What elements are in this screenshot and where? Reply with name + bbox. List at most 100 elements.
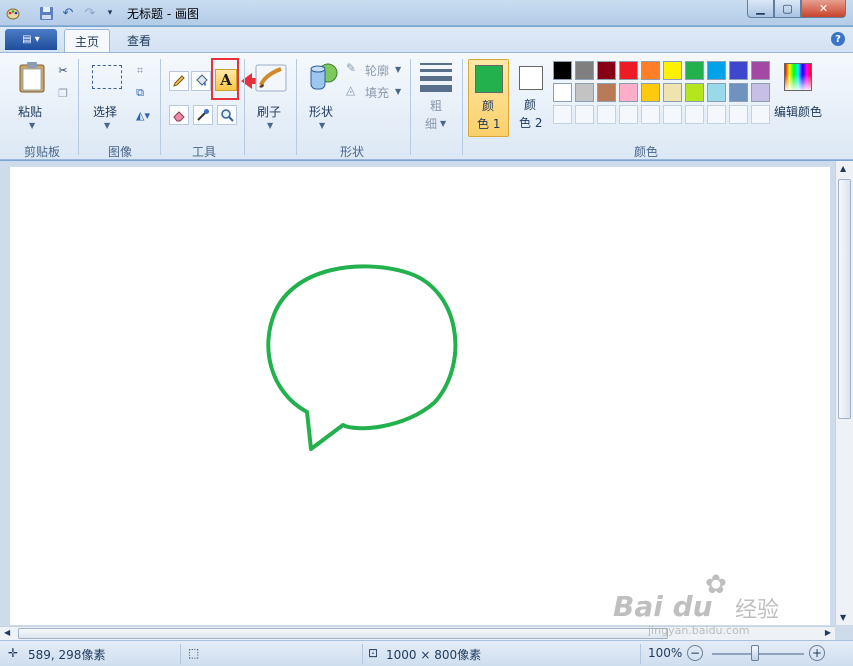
brush-icon xyxy=(255,64,287,92)
cut-icon[interactable]: ✂ xyxy=(53,60,73,80)
ribbon: 粘贴 ▼ ✂ ❐ 剪贴板 选择 ▼ ⌗ ⧉ ◭▾ 图像 A 工具 刷子 ▼ 形状… xyxy=(0,52,853,160)
zoom-level: 100% xyxy=(648,646,683,660)
status-separator xyxy=(640,644,641,664)
help-icon[interactable]: ? xyxy=(831,32,845,46)
outline-button[interactable]: ✎ 轮廓 ▼ xyxy=(346,61,404,79)
pencil-icon[interactable] xyxy=(169,71,189,91)
tools-group-label: 工具 xyxy=(192,145,217,159)
palette-swatch[interactable] xyxy=(619,61,638,80)
custom-color-slot[interactable] xyxy=(751,105,770,124)
palette-swatch[interactable] xyxy=(575,61,594,80)
chevron-down-icon: ▼ xyxy=(29,121,36,130)
custom-color-slot[interactable] xyxy=(707,105,726,124)
paste-button[interactable]: 粘贴 ▼ xyxy=(12,59,52,133)
watermark-url: jingyan.baidu.com xyxy=(648,624,750,637)
paste-label: 粘贴 xyxy=(18,105,43,119)
palette-swatch[interactable] xyxy=(729,83,748,102)
redo-icon[interactable]: ↷ xyxy=(81,4,99,22)
outline-label: 轮廓 xyxy=(365,64,390,78)
customize-toolbar-icon[interactable]: ▾ xyxy=(101,4,119,22)
horizontal-scroll-thumb[interactable] xyxy=(18,628,668,639)
size-button[interactable]: 粗 细 ▼ xyxy=(416,59,456,133)
brushes-button[interactable]: 刷子 ▼ xyxy=(252,59,290,133)
chevron-down-icon: ▼ xyxy=(395,65,402,74)
vertical-scroll-thumb[interactable] xyxy=(838,179,851,419)
maximize-button[interactable]: ▢ xyxy=(774,0,801,18)
palette-swatch[interactable] xyxy=(641,61,660,80)
drawing-canvas[interactable] xyxy=(10,167,830,625)
custom-color-slot[interactable] xyxy=(597,105,616,124)
palette-swatch[interactable] xyxy=(729,61,748,80)
palette-swatch[interactable] xyxy=(751,83,770,102)
crop-icon[interactable]: ⌗ xyxy=(130,61,150,81)
scroll-up-arrow[interactable]: ▲ xyxy=(840,164,846,173)
status-separator xyxy=(180,644,181,664)
palette-swatch[interactable] xyxy=(685,61,704,80)
custom-color-slot[interactable] xyxy=(641,105,660,124)
scroll-right-arrow[interactable]: ▶ xyxy=(825,628,831,637)
copy-icon[interactable]: ❐ xyxy=(53,83,73,103)
custom-color-slot[interactable] xyxy=(575,105,594,124)
status-separator xyxy=(362,644,363,664)
custom-color-slot[interactable] xyxy=(619,105,638,124)
group-separator xyxy=(410,59,411,155)
color-picker-icon[interactable] xyxy=(193,105,213,125)
palette-swatch[interactable] xyxy=(707,83,726,102)
shapes-icon xyxy=(310,63,338,90)
cursor-position: 589, 298像素 xyxy=(28,648,106,662)
rotate-icon[interactable]: ◭▾ xyxy=(130,105,156,125)
palette-swatch[interactable] xyxy=(597,83,616,102)
palette-swatch[interactable] xyxy=(663,83,682,102)
close-button[interactable]: ✕ xyxy=(801,0,846,18)
color1-label-line1: 颜 xyxy=(482,99,495,113)
custom-color-slot[interactable] xyxy=(729,105,748,124)
edit-colors-button[interactable]: 编辑颜色 xyxy=(774,59,826,133)
custom-color-slot[interactable] xyxy=(553,105,572,124)
group-separator xyxy=(296,59,297,155)
minimize-button[interactable]: ▁ xyxy=(747,0,774,18)
save-icon[interactable] xyxy=(37,4,55,22)
tab-home[interactable]: 主页 xyxy=(64,29,111,52)
scroll-left-arrow[interactable]: ◀ xyxy=(4,628,10,637)
palette-swatch[interactable] xyxy=(751,61,770,80)
speech-bubble-shape xyxy=(266,264,458,451)
chevron-down-icon: ▼ xyxy=(319,121,326,130)
fill-bucket-icon[interactable] xyxy=(191,71,211,91)
tab-view[interactable]: 查看 xyxy=(117,29,161,52)
color2-button[interactable]: 颜 色 2 xyxy=(512,59,552,137)
resize-icon[interactable]: ⧉ xyxy=(130,83,150,103)
select-label: 选择 xyxy=(93,105,118,119)
undo-icon[interactable]: ↶ xyxy=(59,4,77,22)
magnifier-icon[interactable] xyxy=(217,105,237,125)
custom-color-slot[interactable] xyxy=(685,105,704,124)
color2-swatch xyxy=(519,66,543,90)
palette-swatch[interactable] xyxy=(685,83,704,102)
eraser-icon[interactable] xyxy=(169,105,189,125)
zoom-out-button[interactable]: − xyxy=(687,645,703,661)
color1-label-line2: 色 1 xyxy=(477,117,501,131)
palette-swatch[interactable] xyxy=(707,61,726,80)
palette-swatch[interactable] xyxy=(641,83,660,102)
shapes-button[interactable]: 形状 ▼ xyxy=(304,59,342,133)
color1-button[interactable]: 颜 色 1 xyxy=(468,59,509,137)
paint-menu-button[interactable]: ▤ ▾ xyxy=(5,29,57,50)
scroll-down-arrow[interactable]: ▼ xyxy=(840,613,846,622)
color1-swatch xyxy=(475,65,503,93)
zoom-in-button[interactable]: + xyxy=(809,645,825,661)
palette-swatch[interactable] xyxy=(663,61,682,80)
group-separator xyxy=(78,59,79,155)
vertical-scrollbar[interactable]: ▲ ▼ xyxy=(835,161,853,625)
palette-swatch[interactable] xyxy=(619,83,638,102)
highlight-box xyxy=(211,58,239,100)
palette-swatch[interactable] xyxy=(575,83,594,102)
select-button[interactable]: 选择 ▼ xyxy=(88,61,128,133)
watermark-brand: Bai du xyxy=(613,590,713,623)
baidu-watermark: ✿ Bai du 经验 jingyan.baidu.com xyxy=(613,570,813,640)
palette-swatch[interactable] xyxy=(597,61,616,80)
paint-app-icon[interactable] xyxy=(4,4,22,22)
palette-swatch[interactable] xyxy=(553,61,572,80)
zoom-slider-thumb[interactable] xyxy=(751,645,759,661)
custom-color-slot[interactable] xyxy=(663,105,682,124)
fill-button[interactable]: ◬ 填充 ▼ xyxy=(346,83,404,101)
palette-swatch[interactable] xyxy=(553,83,572,102)
